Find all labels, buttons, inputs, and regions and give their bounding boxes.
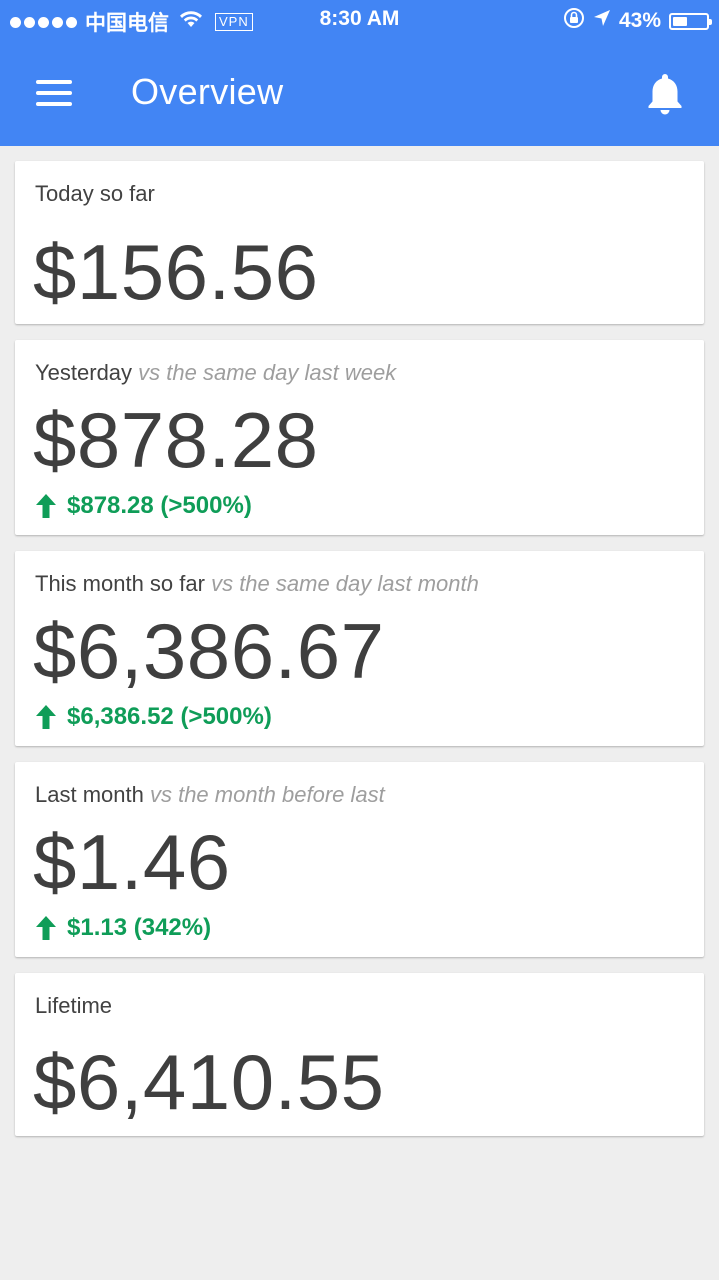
bell-icon [648,74,682,115]
page-title: Overview [131,71,284,112]
card-title: Today so far [35,181,155,206]
card-comparison: vs the same day last month [211,571,479,596]
card-amount: $878.28 [33,396,319,484]
card-title: Yesterday [35,360,133,385]
card-change: $6,386.52 (>500%) [35,703,272,731]
card-amount: $6,410.55 [33,1038,385,1126]
battery-percent: 43% [618,9,661,32]
status-right: 43% [563,7,712,35]
card-label: This month so far vs the same day last m… [35,571,479,597]
card-yesterday[interactable]: Yesterday vs the same day last week $878… [15,340,704,535]
app-bar: 中国电信 VPN 8:30 AM 43% Overview [0,0,719,146]
card-title: Lifetime [35,993,113,1018]
card-amount: $6,386.67 [33,607,385,695]
card-label: Yesterday vs the same day last week [35,360,396,386]
change-value: $1.13 (342%) [67,914,212,941]
card-change: $878.28 (>500%) [35,492,252,520]
card-title: This month so far [35,571,205,596]
card-amount: $1.46 [33,818,231,906]
battery-icon [669,12,712,30]
change-value: $6,386.52 (>500%) [67,703,272,730]
card-label: Today so far [35,181,155,207]
location-arrow-icon [593,9,611,33]
status-bar: 中国电信 VPN 8:30 AM 43% [0,0,719,40]
card-amount: $156.56 [33,228,319,316]
up-arrow-icon [36,494,56,518]
up-arrow-icon [36,705,56,729]
toolbar: Overview [0,40,719,146]
card-today[interactable]: Today so far $156.56 [15,161,704,324]
change-value: $878.28 (>500%) [67,492,252,519]
card-last-month[interactable]: Last month vs the month before last $1.4… [15,762,704,957]
up-arrow-icon [36,916,56,940]
card-title: Last month [35,782,144,807]
card-change: $1.13 (342%) [35,914,211,942]
card-lifetime[interactable]: Lifetime $6,410.55 [15,973,704,1136]
card-label: Last month vs the month before last [35,782,385,808]
card-comparison: vs the month before last [149,782,385,807]
card-this-month[interactable]: This month so far vs the same day last m… [15,551,704,746]
rotation-lock-icon [563,7,585,35]
menu-button[interactable] [36,80,72,106]
card-comparison: vs the same day last week [138,360,397,385]
card-label: Lifetime [35,993,112,1019]
notifications-button[interactable] [643,70,687,118]
